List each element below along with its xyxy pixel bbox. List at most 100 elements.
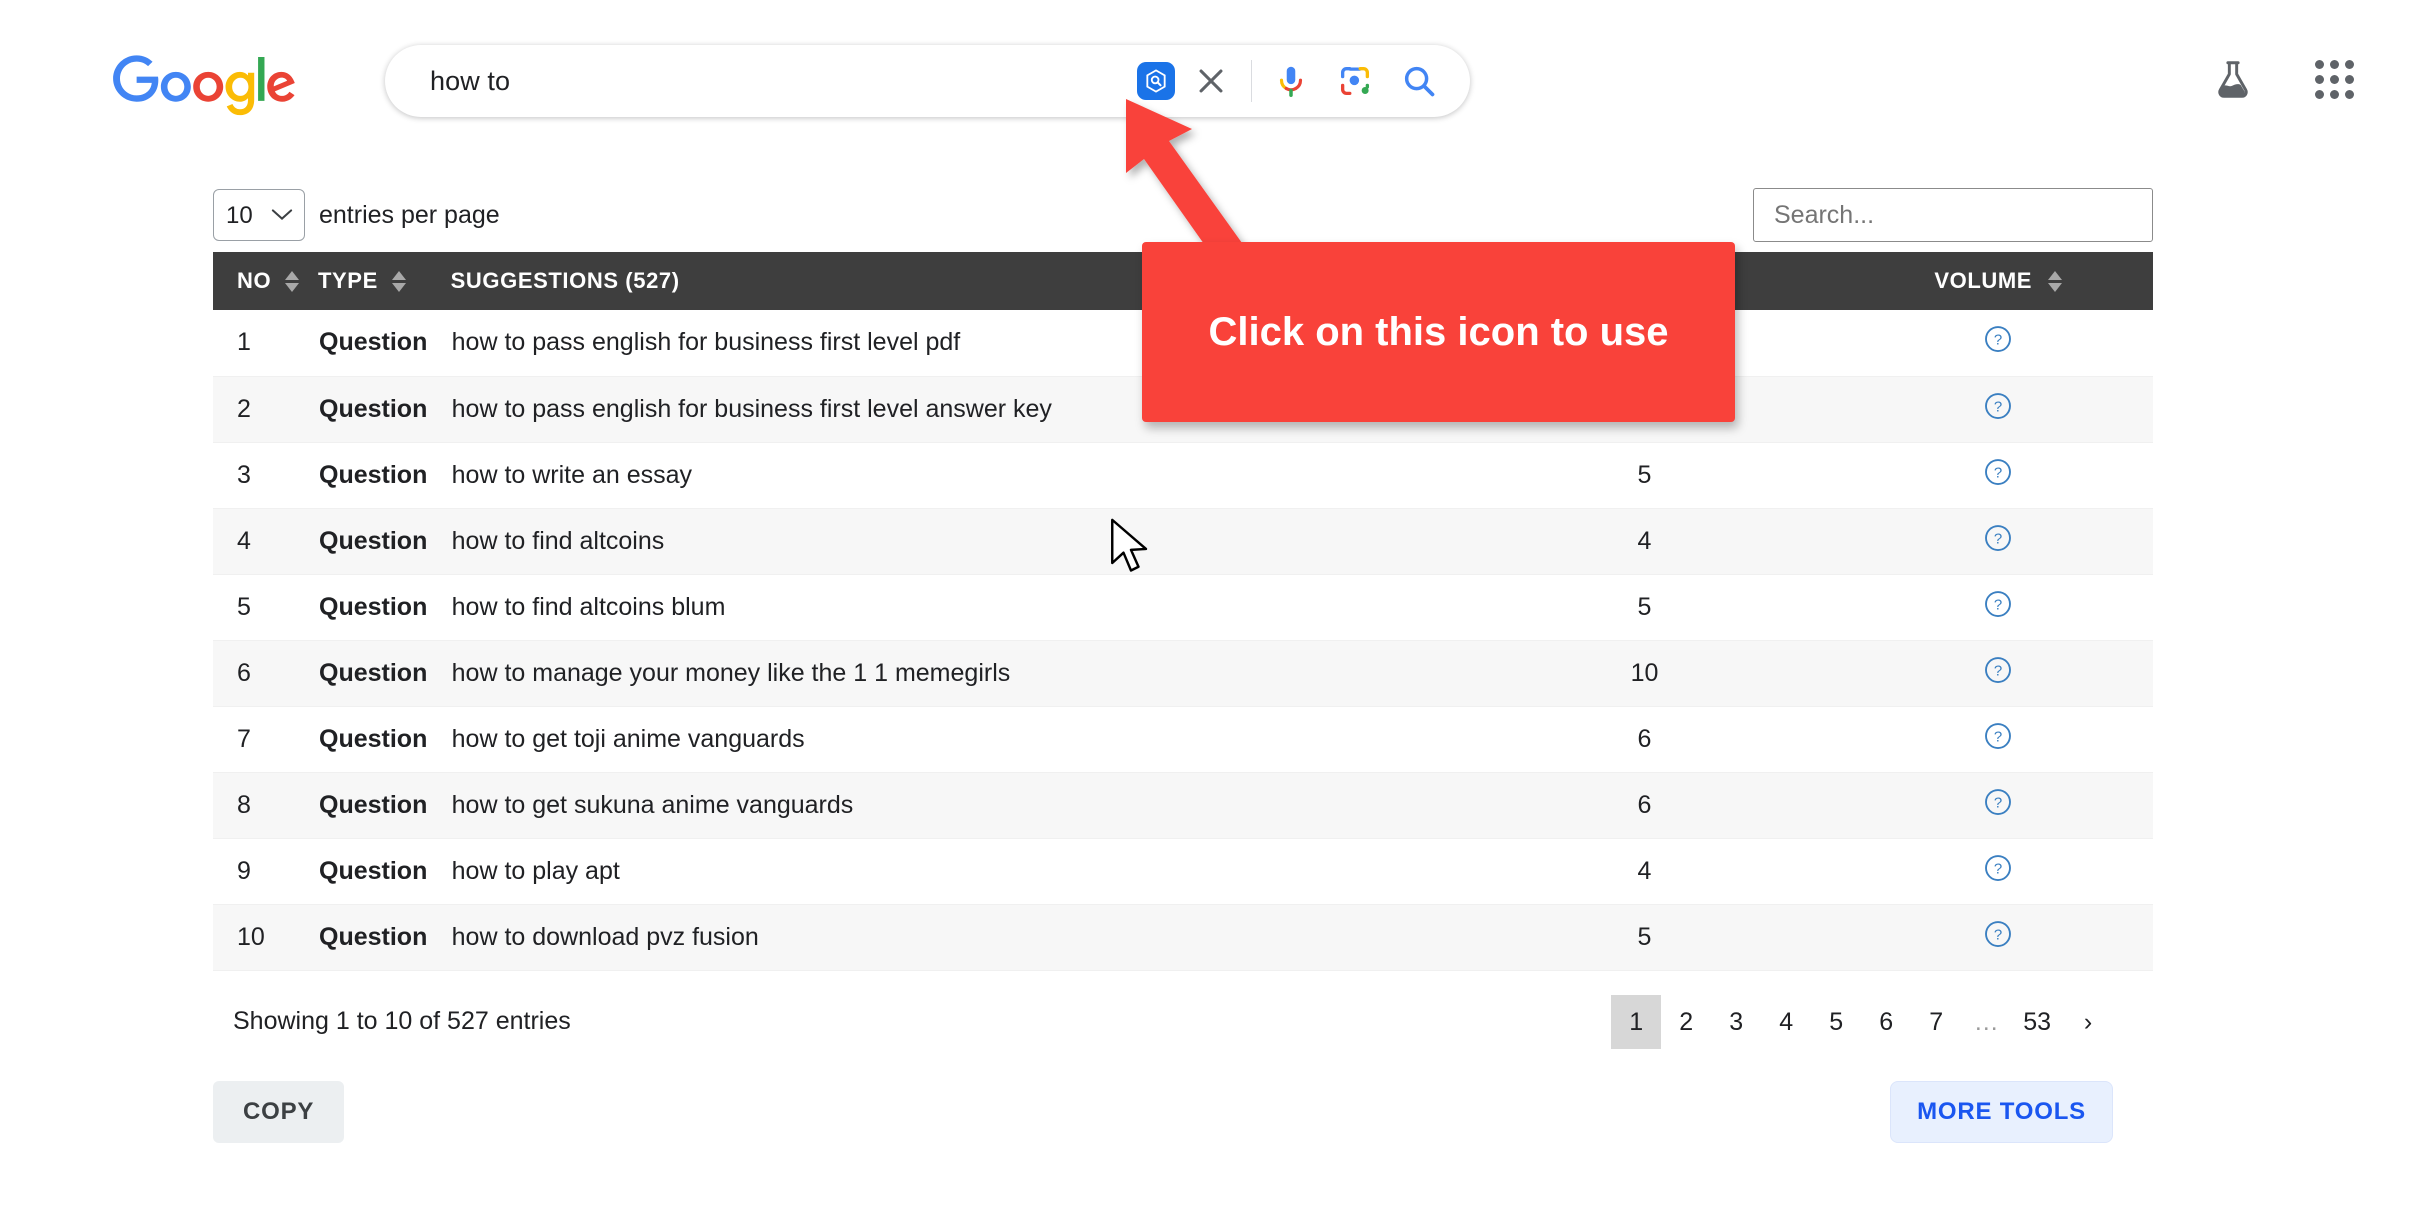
cell-suggestion: how to get sukuna anime vanguards xyxy=(450,772,1446,839)
table-row[interactable]: 10 Question how to download pvz fusion 5? xyxy=(213,904,2153,971)
column-label-type: TYPE xyxy=(318,268,378,293)
cell-suggestion: how to get toji anime vanguards xyxy=(450,706,1446,773)
svg-text:?: ? xyxy=(1994,860,2002,877)
page-length-control: 10 entries per page xyxy=(213,189,500,241)
header-right-icons xyxy=(2211,58,2355,102)
cell-no: 10 xyxy=(213,904,318,971)
cell-type: Question xyxy=(318,310,451,377)
pagination-page-5[interactable]: 5 xyxy=(1811,995,1861,1049)
table-row[interactable]: 3 Question how to write an essay 5? xyxy=(213,442,2153,509)
volume-help-icon[interactable]: ? xyxy=(1983,919,2013,956)
cell-volume[interactable]: ? xyxy=(1843,376,2153,443)
labs-flask-icon[interactable] xyxy=(2211,58,2255,102)
cell-length: 4 xyxy=(1445,508,1844,575)
column-label-suggestions: SUGGESTIONS (527) xyxy=(450,268,680,293)
pagination-page-2[interactable]: 2 xyxy=(1661,995,1711,1049)
volume-help-icon[interactable]: ? xyxy=(1983,324,2013,361)
volume-help-icon[interactable]: ? xyxy=(1983,523,2013,560)
volume-help-icon[interactable]: ? xyxy=(1983,787,2013,824)
cell-length: 6 xyxy=(1445,772,1844,839)
copy-button[interactable]: COPY xyxy=(213,1080,345,1143)
svg-text:?: ? xyxy=(1994,398,2002,415)
keyword-tool-icon[interactable] xyxy=(1137,62,1175,100)
cell-volume[interactable]: ? xyxy=(1843,640,2153,707)
sort-icon-volume[interactable] xyxy=(2048,270,2063,292)
pagination-page-53[interactable]: 53 xyxy=(2011,995,2063,1049)
mic-icon[interactable] xyxy=(1268,58,1314,104)
cell-volume[interactable]: ? xyxy=(1843,442,2153,509)
search-icon[interactable] xyxy=(1396,58,1442,104)
cell-suggestion: how to download pvz fusion xyxy=(450,904,1446,971)
svg-text:?: ? xyxy=(1994,596,2002,613)
showing-entries-label: Showing 1 to 10 of 527 entries xyxy=(233,1007,571,1035)
cell-length: 6 xyxy=(1445,706,1844,773)
table-row[interactable]: 7 Question how to get toji anime vanguards… xyxy=(213,706,2153,773)
volume-help-icon[interactable]: ? xyxy=(1983,589,2013,626)
cell-volume[interactable]: ? xyxy=(1843,310,2153,377)
volume-help-icon[interactable]: ? xyxy=(1983,853,2013,890)
table-footer: Showing 1 to 10 of 527 entries 1 2 3 4 5 6 7… 5… xyxy=(213,971,2153,1063)
pagination-page-1[interactable]: 1 xyxy=(1611,994,1662,1049)
table-row[interactable]: 4 Question how to find altcoins 4? xyxy=(213,508,2153,575)
lens-icon[interactable] xyxy=(1332,58,1378,104)
cell-no: 4 xyxy=(213,508,318,575)
cell-volume[interactable]: ? xyxy=(1843,574,2153,641)
sort-icon-type[interactable] xyxy=(391,270,406,292)
volume-help-icon[interactable]: ? xyxy=(1983,457,2013,494)
pagination-next[interactable]: › xyxy=(2063,995,2113,1049)
cell-type: Question xyxy=(318,772,451,839)
google-logo[interactable] xyxy=(112,55,297,117)
cell-length: 4 xyxy=(1445,838,1844,905)
cell-volume[interactable]: ? xyxy=(1843,838,2153,905)
column-header-volume[interactable]: VOLUME xyxy=(1843,252,2153,310)
sort-icon-no[interactable] xyxy=(285,270,300,292)
more-tools-button[interactable]: MORE TOOLS xyxy=(1890,1080,2113,1143)
table-row[interactable]: 8 Question how to get sukuna anime vanguar… xyxy=(213,772,2153,839)
pagination-page-6[interactable]: 6 xyxy=(1861,995,1911,1049)
cell-no: 2 xyxy=(213,376,318,443)
table-row[interactable]: 6 Question how to manage your money like t… xyxy=(213,640,2153,707)
cell-suggestion: how to play apt xyxy=(450,838,1446,905)
cell-volume[interactable]: ? xyxy=(1843,904,2153,971)
cell-no: 6 xyxy=(213,640,318,707)
svg-text:?: ? xyxy=(1994,662,2002,679)
column-label-no: NO xyxy=(237,268,272,293)
cell-type: Question xyxy=(318,376,451,443)
pagination-page-4[interactable]: 4 xyxy=(1761,995,1811,1049)
pagination-page-3[interactable]: 3 xyxy=(1711,995,1761,1049)
column-header-no[interactable]: NO xyxy=(213,252,318,310)
table-row[interactable]: 5 Question how to find altcoins blum 5? xyxy=(213,574,2153,641)
callout-text: Click on this icon to use xyxy=(1208,310,1669,354)
cell-type: Question xyxy=(318,706,451,773)
screenshot-root: how to 10 entries per page Search... NO … xyxy=(0,0,2425,1212)
pagination-page-7[interactable]: 7 xyxy=(1911,995,1961,1049)
google-search-box[interactable]: how to xyxy=(385,45,1470,117)
action-buttons-row: COPY MORE TOOLS xyxy=(213,1063,2153,1143)
search-query-text[interactable]: how to xyxy=(430,66,1137,97)
cell-type: Question xyxy=(318,574,451,641)
cell-volume[interactable]: ? xyxy=(1843,706,2153,773)
cell-no: 9 xyxy=(213,838,318,905)
cell-no: 8 xyxy=(213,772,318,839)
pagination-ellipsis: … xyxy=(1961,995,2011,1049)
cell-length: 10 xyxy=(1445,640,1844,707)
cell-suggestion: how to write an essay xyxy=(450,442,1446,509)
entries-per-page-select[interactable]: 10 xyxy=(213,189,305,241)
cell-type: Question xyxy=(318,442,451,509)
pagination: 1 2 3 4 5 6 7… 53 › xyxy=(1611,994,2153,1049)
clear-icon[interactable] xyxy=(1189,59,1233,103)
volume-help-icon[interactable]: ? xyxy=(1983,721,2013,758)
cell-suggestion: how to find altcoins blum xyxy=(450,574,1446,641)
table-search-input[interactable] xyxy=(1753,188,2153,242)
table-row[interactable]: 9 Question how to play apt 4? xyxy=(213,838,2153,905)
cell-type: Question xyxy=(318,640,451,707)
google-apps-icon[interactable] xyxy=(2315,60,2355,100)
cell-volume[interactable]: ? xyxy=(1843,772,2153,839)
column-label-volume: VOLUME xyxy=(1934,268,2033,293)
volume-help-icon[interactable]: ? xyxy=(1983,655,2013,692)
cell-volume[interactable]: ? xyxy=(1843,508,2153,575)
volume-help-icon[interactable]: ? xyxy=(1983,391,2013,428)
column-header-type[interactable]: TYPE xyxy=(318,252,451,310)
cell-no: 3 xyxy=(213,442,318,509)
cell-no: 5 xyxy=(213,574,318,641)
